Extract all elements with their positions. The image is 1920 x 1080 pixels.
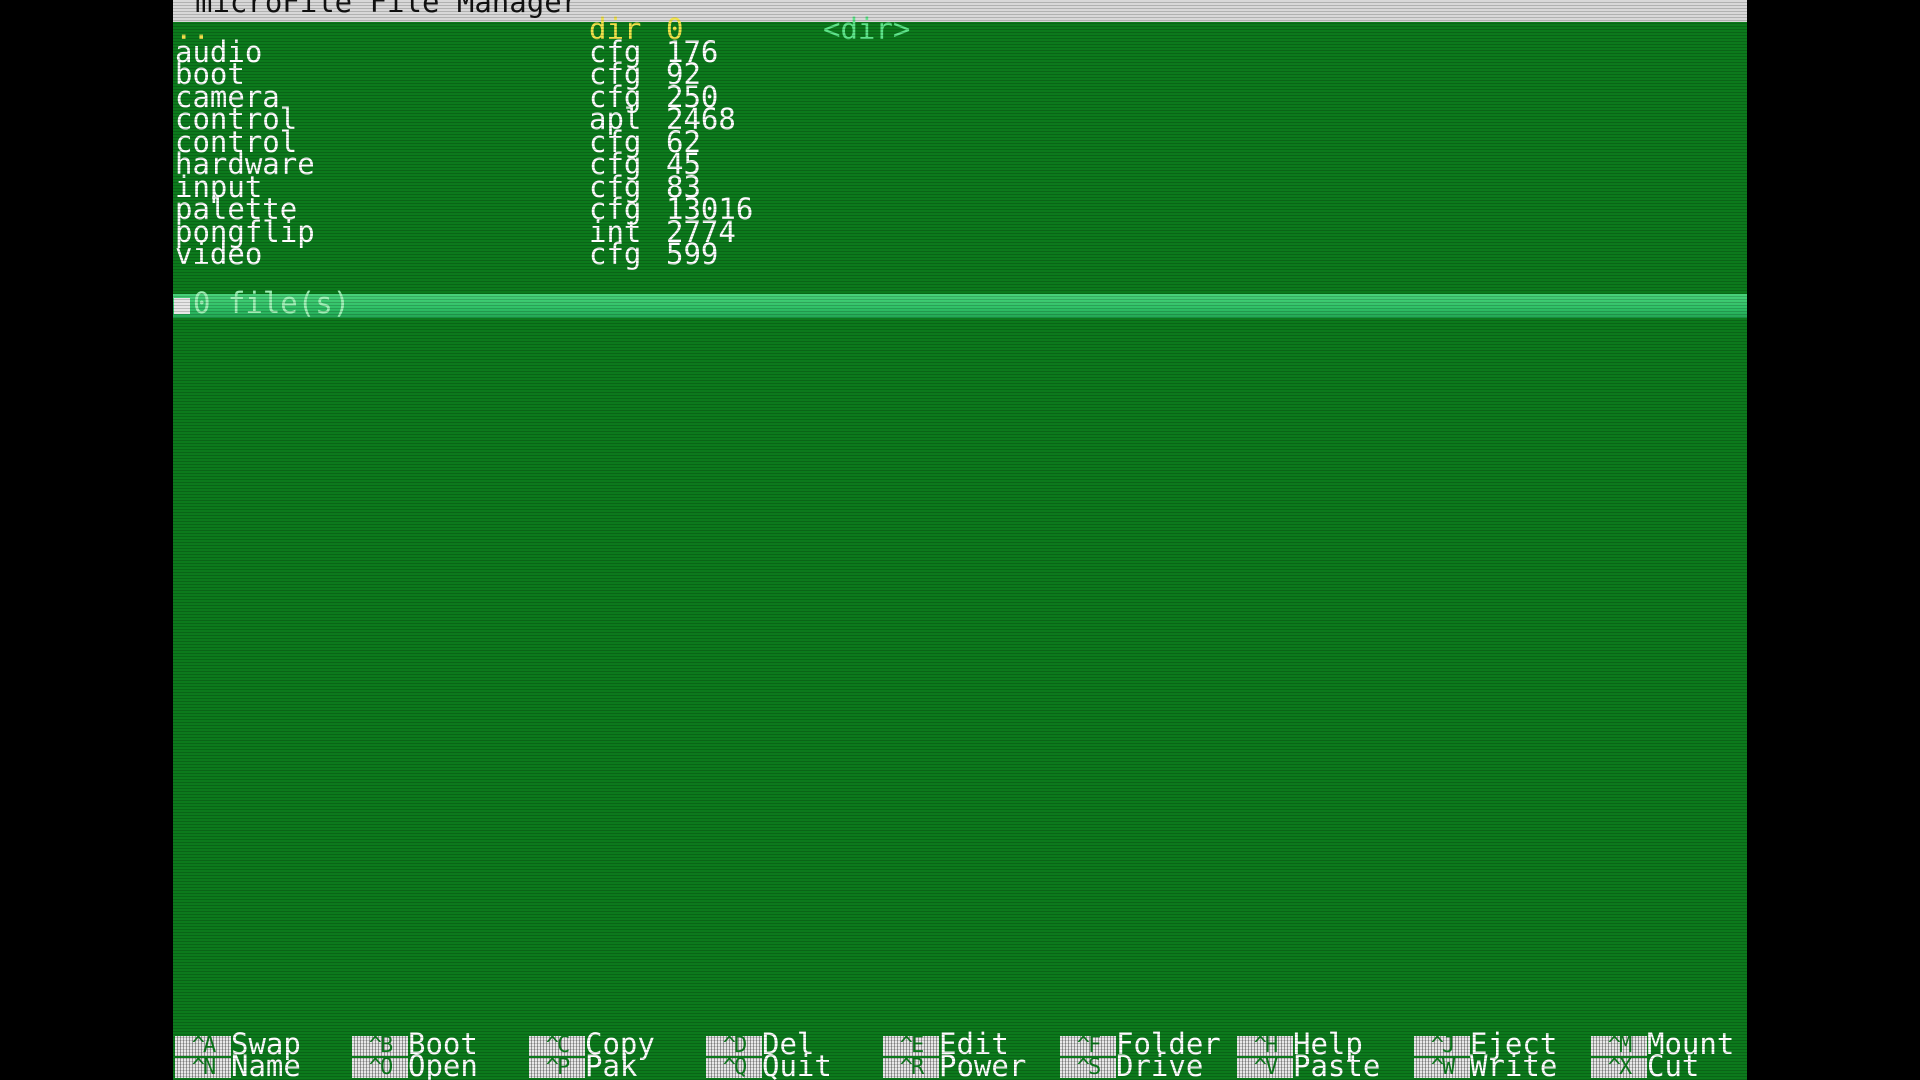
key-cap[interactable]: ^M <box>1591 1036 1647 1056</box>
key-cap[interactable]: ^X <box>1591 1058 1647 1078</box>
dir-tag: <dir> <box>823 12 911 46</box>
paste-command[interactable]: Paste <box>1293 1052 1380 1080</box>
file-name: video <box>175 237 263 271</box>
file-row[interactable]: input cfg 83 <box>173 172 1747 203</box>
file-row[interactable]: video cfg 599 <box>173 240 1747 270</box>
name-command[interactable]: Name <box>231 1052 301 1080</box>
cursor-block-icon <box>174 298 190 314</box>
key-cap[interactable]: ^S <box>1060 1058 1116 1078</box>
file-row[interactable]: camera cfg 250 <box>173 82 1747 113</box>
file-row[interactable]: audio cfg 176 <box>173 37 1747 68</box>
key-cap[interactable]: ^D <box>706 1036 762 1056</box>
title-bar: microFile File Manager <box>173 0 1747 22</box>
fkey-group-swap-name: ^A Swap ^N Name <box>173 1030 350 1080</box>
key-cap[interactable]: ^W <box>1414 1058 1470 1078</box>
pak-command[interactable]: Pak <box>585 1052 637 1080</box>
fkey-group-mount-cut: ^M Mount ^X Cut <box>1589 1030 1747 1080</box>
file-manager-screen: microFile File Manager .. dir 0 <dir> au… <box>173 0 1747 1080</box>
fkey-group-folder-drive: ^F Folder ^S Drive <box>1058 1030 1235 1080</box>
key-cap[interactable]: ^R <box>883 1058 939 1078</box>
file-row[interactable]: palette cfg 13016 <box>173 195 1747 225</box>
write-command[interactable]: Write <box>1470 1052 1557 1080</box>
fkey-group-copy-pak: ^C Copy ^P Pak <box>527 1030 704 1080</box>
key-cap[interactable]: ^C <box>529 1036 585 1056</box>
key-cap[interactable]: ^J <box>1414 1036 1470 1056</box>
power-command[interactable]: Power <box>939 1052 1026 1080</box>
file-type: cfg <box>589 237 642 271</box>
file-list: .. dir 0 <dir> audio cfg 176 boot cfg 92… <box>173 15 1747 270</box>
function-key-bar: ^A Swap ^N Name ^B Boot ^O Open ^C Copy … <box>173 1030 1747 1080</box>
file-size: 599 <box>666 237 719 271</box>
fkey-group-edit-power: ^E Edit ^R Power <box>881 1030 1058 1080</box>
file-count-status: 0 file(s) <box>193 286 351 320</box>
key-cap[interactable]: ^E <box>883 1036 939 1056</box>
file-row-parent[interactable]: .. dir 0 <dir> <box>173 15 1747 45</box>
file-row[interactable]: control apl 2468 <box>173 105 1747 135</box>
status-bar: 0 file(s) <box>173 286 1747 320</box>
app-title: microFile File Manager <box>195 0 580 19</box>
file-row[interactable]: control cfg 62 <box>173 127 1747 158</box>
key-cap[interactable]: ^O <box>352 1058 408 1078</box>
key-cap[interactable]: ^H <box>1237 1036 1293 1056</box>
quit-command[interactable]: Quit <box>762 1052 832 1080</box>
fkey-group-help-paste: ^H Help ^V Paste <box>1235 1030 1412 1080</box>
file-row[interactable]: hardware cfg 45 <box>173 150 1747 180</box>
key-cap[interactable]: ^B <box>352 1036 408 1056</box>
fkey-group-boot-open: ^B Boot ^O Open <box>350 1030 527 1080</box>
key-cap[interactable]: ^V <box>1237 1058 1293 1078</box>
key-cap[interactable]: ^F <box>1060 1036 1116 1056</box>
fkey-group-eject-write: ^J Eject ^W Write <box>1412 1030 1589 1080</box>
cut-command[interactable]: Cut <box>1647 1052 1699 1080</box>
key-cap[interactable]: ^P <box>529 1058 585 1078</box>
file-row[interactable]: pongflip int 2774 <box>173 217 1747 248</box>
fkey-group-del-quit: ^D Del ^Q Quit <box>704 1030 881 1080</box>
open-command[interactable]: Open <box>408 1052 478 1080</box>
file-row[interactable]: boot cfg 92 <box>173 60 1747 90</box>
key-cap[interactable]: ^A <box>175 1036 231 1056</box>
drive-command[interactable]: Drive <box>1116 1052 1203 1080</box>
key-cap[interactable]: ^Q <box>706 1058 762 1078</box>
key-cap[interactable]: ^N <box>175 1058 231 1078</box>
